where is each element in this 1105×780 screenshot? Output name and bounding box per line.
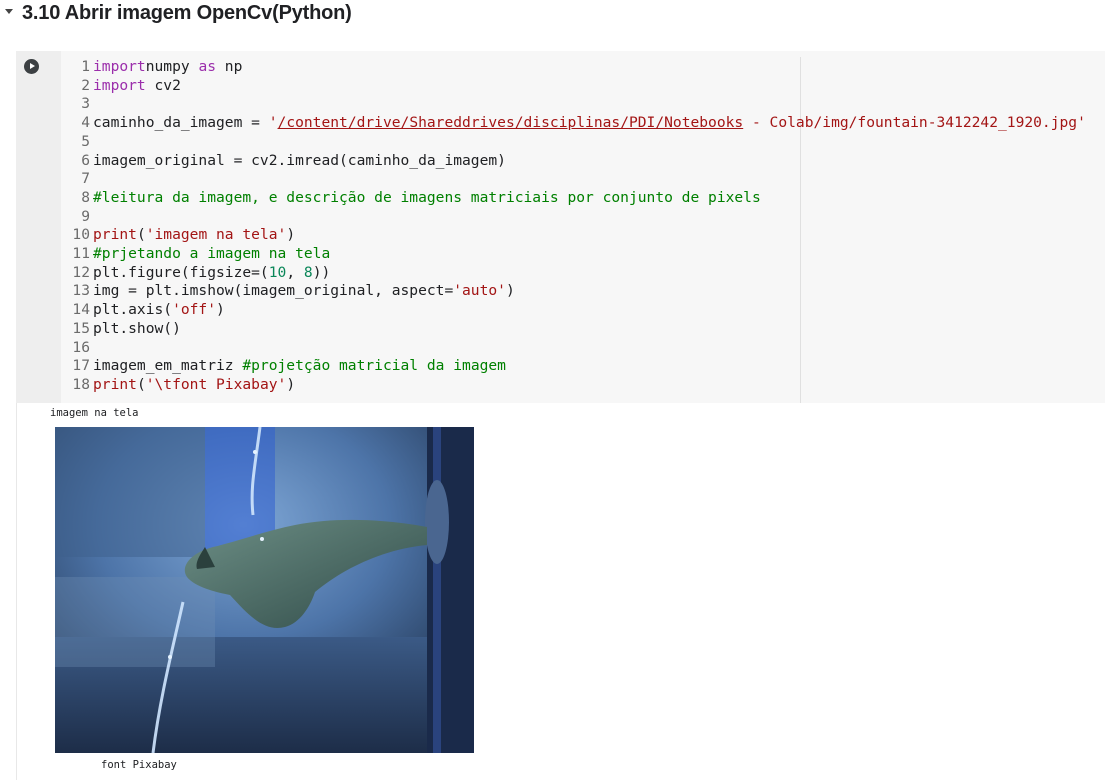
- play-icon: [30, 63, 35, 69]
- line-number: 7: [81, 170, 90, 188]
- caret-down-icon[interactable]: [5, 9, 13, 14]
- section-title: 3.10 Abrir imagem OpenCv(Python): [22, 2, 352, 24]
- code-line: 16: [61, 338, 93, 357]
- code-cell[interactable]: 1 importnumpy as np 2 import cv2 3 4 caminho_d…: [16, 51, 1105, 403]
- code-token: imagem_em_matriz: [93, 357, 243, 375]
- code-token: 'imagem na tela': [145, 226, 287, 244]
- line-number: 13: [72, 282, 90, 300]
- code-line: 11 #prjetando a imagem na tela: [61, 244, 330, 263]
- code-line: 6 imagem_original = cv2.imread(caminho_da…: [61, 151, 506, 170]
- code-token: ): [505, 282, 515, 300]
- code-token: ': [268, 114, 278, 132]
- code-editor[interactable]: 1 importnumpy as np 2 import cv2 3 4 caminho_d…: [61, 51, 1105, 403]
- line-number: 3: [81, 95, 90, 113]
- line-number: 16: [72, 338, 90, 356]
- code-token: ): [286, 375, 296, 393]
- code-line: 8 #leitura da imagem, e descrição de imag…: [61, 188, 761, 207]
- output-text-line: font Pixabay: [101, 759, 177, 771]
- code-token: plt.axis(: [93, 301, 173, 319]
- code-line: 9: [61, 207, 93, 226]
- code-token: (: [136, 226, 146, 244]
- code-line: 12 plt.figure(figsize=(10, 8)): [61, 263, 330, 282]
- code-token: cv2: [145, 76, 181, 94]
- output-border: [16, 403, 17, 780]
- run-cell-button[interactable]: [24, 59, 39, 74]
- code-line: 1 importnumpy as np: [61, 57, 242, 76]
- line-number: 4: [81, 114, 90, 132]
- code-line: 2 import cv2: [61, 76, 181, 95]
- code-token: plt.figure(figsize=(: [93, 263, 269, 281]
- code-token: import: [93, 76, 146, 94]
- code-line: 17 imagem_em_matriz #projetção matricial …: [61, 356, 506, 375]
- code-line: 3: [61, 94, 93, 113]
- line-number: 15: [72, 319, 90, 337]
- fountain-photo-svg: [55, 427, 474, 753]
- code-token: #projetção matricial da imagem: [242, 357, 506, 375]
- code-token: 8: [303, 263, 313, 281]
- line-number: 10: [72, 226, 90, 244]
- line-number: 17: [72, 357, 90, 375]
- line-number: 14: [72, 301, 90, 319]
- code-token: imagem_original = cv2.imread(caminho_da_…: [93, 151, 506, 169]
- line-number: 5: [81, 132, 90, 150]
- code-token: (: [136, 375, 146, 393]
- code-line: 4 caminho_da_imagem = '/content/drive/Sha…: [61, 113, 1086, 132]
- code-line: 18 print('\tfont Pixabay'): [61, 375, 295, 394]
- code-token: print: [93, 226, 137, 244]
- code-token: import: [93, 58, 146, 75]
- code-line: 14 plt.axis('off'): [61, 300, 225, 319]
- code-token: - Colab/img/fountain-3412242_1920.jpg': [743, 114, 1086, 132]
- code-line: 7: [61, 169, 93, 188]
- code-token: caminho_da_imagem =: [93, 114, 269, 132]
- code-token: 10: [268, 263, 287, 281]
- section-header: 3.10 Abrir imagem OpenCv(Python): [0, 0, 1105, 28]
- line-number: 9: [81, 207, 90, 225]
- output-text-line: imagem na tela: [50, 407, 139, 419]
- code-token: '\tfont Pixabay': [145, 375, 287, 393]
- line-number: 12: [72, 263, 90, 281]
- code-token: plt.show(): [93, 319, 181, 337]
- line-number: 2: [81, 76, 90, 94]
- code-token: 'auto': [453, 282, 506, 300]
- line-number: 18: [72, 375, 90, 393]
- code-token: ): [216, 301, 225, 319]
- code-token: #leitura da imagem, e descrição de image…: [93, 188, 761, 206]
- code-line: 13 img = plt.imshow(imagem_original, aspe…: [61, 281, 515, 300]
- code-token: np: [216, 58, 243, 75]
- cell-gutter: [16, 51, 61, 403]
- code-line: 10 print('imagem na tela'): [61, 225, 295, 244]
- fountain-image: [55, 427, 474, 753]
- code-token: ): [286, 226, 296, 244]
- code-token: as: [198, 58, 217, 75]
- code-token: #prjetando a imagem na tela: [93, 245, 331, 262]
- ruler-guide: [800, 57, 801, 403]
- code-token: 'off': [172, 301, 217, 319]
- line-number: 11: [72, 245, 90, 262]
- code-token: img = plt.imshow(imagem_original, aspect…: [93, 282, 454, 300]
- code-line: 5: [61, 132, 93, 151]
- code-token: ,: [286, 263, 304, 281]
- line-number: 6: [81, 151, 90, 169]
- line-number: 8: [81, 188, 90, 206]
- code-token: numpy: [145, 58, 199, 75]
- code-token: /content/drive/Shareddrives/disciplinas/…: [277, 114, 744, 132]
- code-token: )): [312, 263, 331, 281]
- code-token: print: [93, 375, 137, 393]
- line-number: 1: [81, 58, 90, 75]
- code-line: 15 plt.show(): [61, 319, 181, 338]
